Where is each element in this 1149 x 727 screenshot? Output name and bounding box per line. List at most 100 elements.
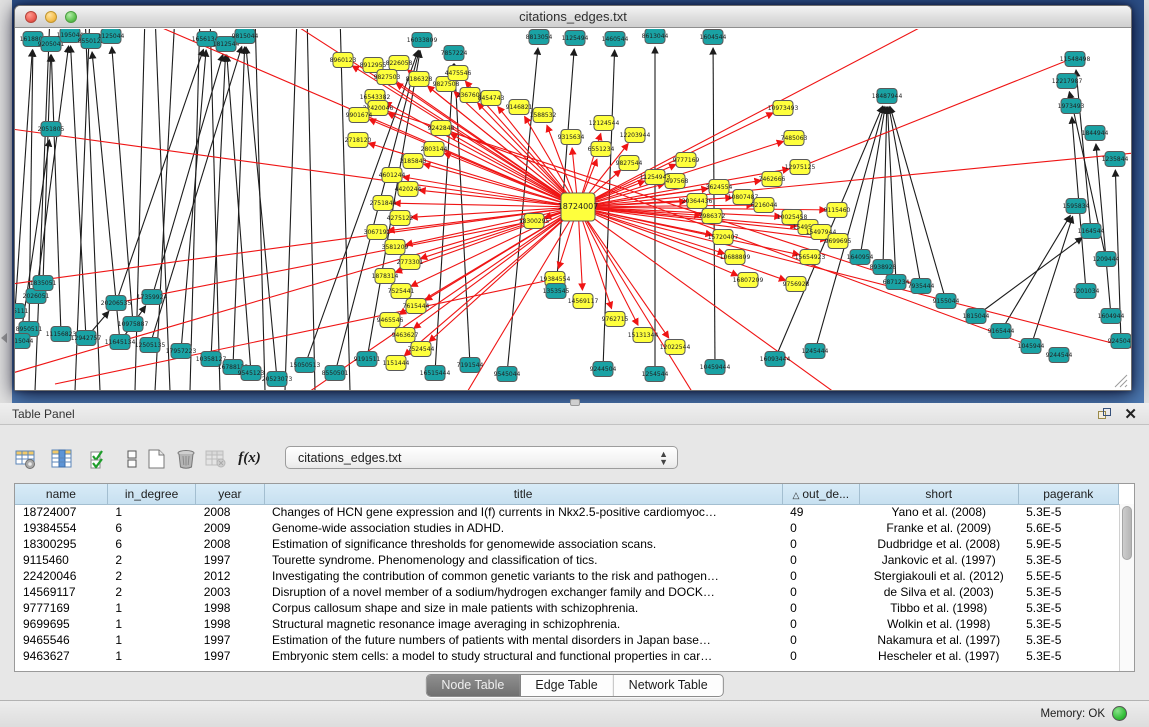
network-node[interactable]: 2773301 bbox=[397, 255, 424, 270]
table-cell-out_degree[interactable]: 0 bbox=[782, 568, 859, 584]
rows-icon[interactable] bbox=[118, 445, 145, 472]
table-settings-icon[interactable] bbox=[12, 445, 39, 472]
network-node[interactable]: 1151444 bbox=[383, 356, 410, 371]
table-cell-pagerank[interactable]: 5.9E-5 bbox=[1018, 536, 1118, 552]
close-panel-icon[interactable]: ✕ bbox=[1124, 405, 1137, 423]
network-node[interactable]: 12203944 bbox=[620, 128, 651, 143]
table-cell-year[interactable]: 2008 bbox=[196, 536, 264, 552]
network-node[interactable]: 1254544 bbox=[642, 367, 669, 382]
network-node[interactable]: 1235844 bbox=[1102, 152, 1129, 167]
column-header-name[interactable]: name bbox=[15, 484, 107, 504]
table-row[interactable]: 2242004622012Investigating the contribut… bbox=[15, 568, 1119, 584]
network-node[interactable]: 9165444 bbox=[988, 324, 1015, 339]
network-node[interactable]: 7524544 bbox=[408, 342, 435, 357]
table-cell-in_degree[interactable]: 6 bbox=[107, 520, 195, 536]
table-cell-in_degree[interactable]: 6 bbox=[107, 536, 195, 552]
table-cell-title[interactable]: Investigating the contribution of common… bbox=[264, 568, 782, 584]
table-cell-title[interactable]: Embryonic stem cells: a model to study s… bbox=[264, 648, 782, 664]
network-node[interactable]: 9901674 bbox=[346, 108, 373, 123]
table-cell-name[interactable]: 9699695 bbox=[15, 616, 107, 632]
network-node[interactable]: 9245042 bbox=[1108, 334, 1131, 349]
table-cell-in_degree[interactable]: 2 bbox=[107, 568, 195, 584]
resize-grip[interactable] bbox=[1115, 375, 1127, 387]
table-cell-name[interactable]: 18300295 bbox=[15, 536, 107, 552]
table-cell-out_degree[interactable]: 0 bbox=[782, 552, 859, 568]
column-header-title[interactable]: title bbox=[264, 484, 782, 504]
network-node[interactable]: 1595834 bbox=[1063, 199, 1090, 214]
table-cell-name[interactable]: 19384554 bbox=[15, 520, 107, 536]
network-node[interactable]: 12975125 bbox=[785, 160, 816, 175]
column-header-in_degree[interactable]: in_degree bbox=[107, 484, 195, 504]
table-cell-out_degree[interactable]: 0 bbox=[782, 616, 859, 632]
table-row[interactable]: 946554611997Estimation of the future num… bbox=[15, 632, 1119, 648]
table-cell-name[interactable]: 9465546 bbox=[15, 632, 107, 648]
network-node[interactable]: 2051805 bbox=[38, 122, 65, 137]
network-node[interactable]: 6551234 bbox=[588, 142, 615, 157]
network-node[interactable]: 1125044 bbox=[98, 29, 125, 44]
tab-node-table[interactable]: Node Table bbox=[426, 675, 520, 696]
table-cell-short[interactable]: Wolkin et al. (1998) bbox=[859, 616, 1018, 632]
network-node[interactable]: 1164544 bbox=[1078, 224, 1105, 239]
trash-icon[interactable] bbox=[172, 445, 199, 472]
table-cell-name[interactable]: 14569117 bbox=[15, 584, 107, 600]
network-node[interactable]: 10688809 bbox=[720, 250, 751, 265]
column-visibility-icon[interactable] bbox=[48, 445, 75, 472]
table-cell-out_degree[interactable]: 0 bbox=[782, 584, 859, 600]
network-node[interactable]: 2185843 bbox=[400, 154, 427, 169]
table-cell-out_degree[interactable]: 0 bbox=[782, 632, 859, 648]
network-node[interactable]: 14569117 bbox=[568, 294, 599, 309]
splitter-handle[interactable] bbox=[570, 399, 580, 406]
network-node[interactable]: 9315634 bbox=[558, 130, 585, 145]
table-cell-short[interactable]: Stergiakouli et al. (2012) bbox=[859, 568, 1018, 584]
column-header-out_degree[interactable]: △out_de... bbox=[782, 484, 859, 504]
column-header-year[interactable]: year bbox=[196, 484, 264, 504]
network-node[interactable]: 1209444 bbox=[1093, 252, 1120, 267]
network-node[interactable]: 7485063 bbox=[781, 131, 808, 146]
network-node[interactable]: 9756928 bbox=[783, 277, 810, 292]
network-node[interactable]: 1201034 bbox=[1073, 284, 1100, 299]
network-node[interactable]: 10975887 bbox=[118, 317, 149, 332]
table-cell-title[interactable]: Corpus callosum shape and size in male p… bbox=[264, 600, 782, 616]
network-node[interactable]: 7525441 bbox=[388, 284, 415, 299]
network-node[interactable]: 8226058 bbox=[386, 56, 413, 71]
table-cell-short[interactable]: Franke et al. (2009) bbox=[859, 520, 1018, 536]
network-node[interactable]: 9115460 bbox=[824, 203, 851, 218]
splitter-collapse-arrow[interactable] bbox=[1, 333, 7, 343]
table-cell-in_degree[interactable]: 1 bbox=[107, 600, 195, 616]
network-node[interactable]: 9815044 bbox=[232, 29, 259, 44]
network-node[interactable]: 8960123 bbox=[330, 53, 357, 68]
table-cell-title[interactable]: Estimation of the future numbers of pati… bbox=[264, 632, 782, 648]
network-node[interactable]: 6216044 bbox=[751, 198, 778, 213]
network-node[interactable]: 1045944 bbox=[1018, 339, 1045, 354]
network-node[interactable]: 8454743 bbox=[478, 91, 505, 106]
table-cell-pagerank[interactable]: 5.3E-5 bbox=[1018, 648, 1118, 664]
network-node[interactable]: 1844944 bbox=[1082, 126, 1109, 141]
delete-table-icon[interactable] bbox=[202, 445, 229, 472]
network-node[interactable]: 9827503 bbox=[374, 70, 401, 85]
network-node[interactable]: 4275122 bbox=[387, 211, 414, 226]
network-node[interactable]: 7935444 bbox=[908, 279, 935, 294]
table-cell-year[interactable]: 2003 bbox=[196, 584, 264, 600]
network-node[interactable]: 9244544 bbox=[1046, 348, 1073, 363]
network-node[interactable]: 4420244 bbox=[395, 182, 422, 197]
network-node[interactable]: 1245444 bbox=[802, 344, 829, 359]
table-cell-title[interactable]: Genome-wide association studies in ADHD. bbox=[264, 520, 782, 536]
table-cell-title[interactable]: Estimation of significance thresholds fo… bbox=[264, 536, 782, 552]
network-node[interactable]: 9777169 bbox=[673, 153, 700, 168]
table-cell-title[interactable]: Tourette syndrome. Phenomenology and cla… bbox=[264, 552, 782, 568]
network-node[interactable]: 9242848 bbox=[428, 121, 455, 136]
network-node[interactable]: 12505135 bbox=[135, 338, 166, 353]
table-cell-pagerank[interactable]: 5.3E-5 bbox=[1018, 504, 1118, 520]
table-row[interactable]: 1830029562008Estimation of significance … bbox=[15, 536, 1119, 552]
network-node[interactable]: 6871234 bbox=[883, 275, 910, 290]
table-cell-short[interactable]: Jankovic et al. (1997) bbox=[859, 552, 1018, 568]
float-window-icon[interactable] bbox=[1098, 408, 1111, 421]
network-node[interactable]: 7615444 bbox=[403, 299, 430, 314]
table-row[interactable]: 969969511998Structural magnetic resonanc… bbox=[15, 616, 1119, 632]
network-node[interactable]: 1604544 bbox=[700, 30, 727, 45]
network-node[interactable]: 18487944 bbox=[872, 89, 903, 104]
table-cell-year[interactable]: 1998 bbox=[196, 600, 264, 616]
network-node[interactable]: 9545044 bbox=[494, 367, 521, 382]
network-node[interactable]: 1915111 bbox=[15, 304, 29, 319]
network-node[interactable]: 1835051 bbox=[30, 276, 57, 291]
